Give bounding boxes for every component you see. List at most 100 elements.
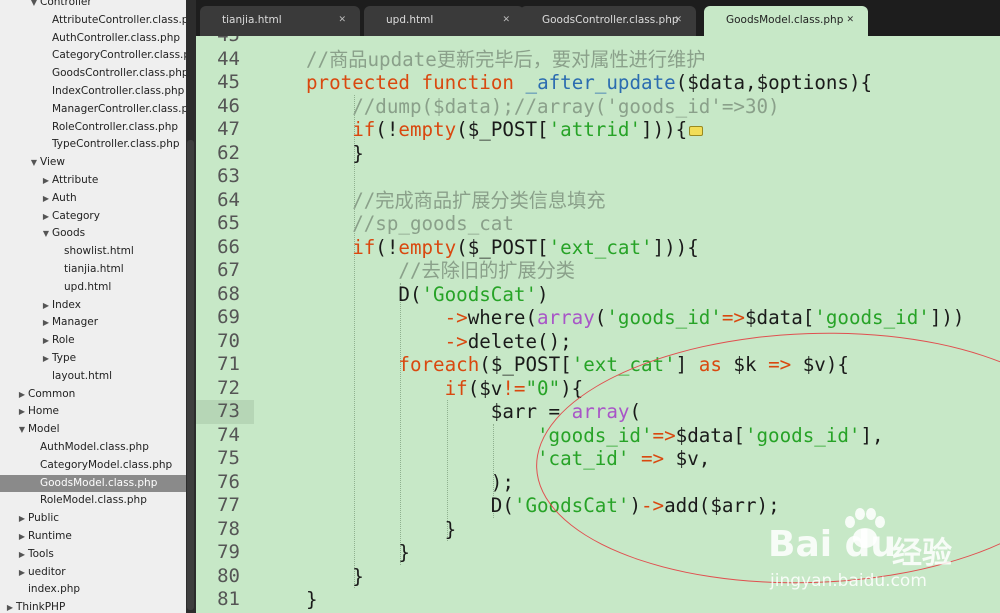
fold-marker-icon[interactable] bbox=[689, 125, 704, 136]
code-line[interactable]: if(!empty($_POST['ext_cat'])){ bbox=[352, 236, 699, 260]
watermark-url: jingyan.baidu.com bbox=[770, 571, 927, 591]
tree-folder[interactable]: ▶ Home bbox=[0, 403, 59, 421]
code-line[interactable]: if($v!="0"){ bbox=[445, 377, 584, 401]
line-number: 64 bbox=[217, 188, 240, 211]
code-line[interactable]: ->where(array('goods_id'=>$data['goods_i… bbox=[445, 306, 965, 330]
code-line[interactable]: protected function _after_update($data,$… bbox=[306, 71, 872, 95]
close-icon[interactable]: ✕ bbox=[674, 6, 682, 34]
tree-folder[interactable]: ▶ Tools bbox=[0, 546, 54, 564]
tree-file[interactable]: GoodsModel.class.php bbox=[0, 474, 186, 493]
close-icon[interactable]: ✕ bbox=[846, 6, 854, 34]
code-line[interactable]: //完成商品扩展分类信息填充 bbox=[352, 189, 605, 213]
tree-file[interactable]: AuthModel.class.php bbox=[0, 439, 149, 457]
tree-folder[interactable]: ▶ Manager bbox=[0, 314, 98, 332]
tree-folder[interactable]: ▶ Common bbox=[0, 386, 75, 404]
code-line[interactable]: } bbox=[352, 565, 364, 589]
caret-right-icon[interactable]: ▶ bbox=[16, 564, 28, 582]
tree-item-label: CategoryModel.class.php bbox=[40, 458, 173, 471]
caret-right-icon[interactable]: ▶ bbox=[16, 546, 28, 564]
code-token: ])) bbox=[929, 306, 965, 329]
tree-file[interactable]: layout.html bbox=[0, 368, 112, 386]
tree-folder[interactable]: ▼ Model bbox=[0, 421, 60, 439]
caret-down-icon[interactable]: ▼ bbox=[28, 0, 40, 12]
tree-file[interactable]: showlist.html bbox=[0, 243, 134, 261]
tree-folder[interactable]: ▶ Attribute bbox=[0, 172, 98, 190]
code-line[interactable]: //去除旧的扩展分类 bbox=[398, 259, 575, 283]
line-number: 44 bbox=[217, 47, 240, 70]
code-line[interactable]: } bbox=[306, 588, 318, 612]
code-line[interactable]: } bbox=[398, 541, 410, 565]
code-line[interactable]: ); bbox=[491, 471, 514, 495]
close-icon[interactable]: ✕ bbox=[338, 6, 346, 34]
tree-folder[interactable]: ▶ ueditor bbox=[0, 564, 66, 582]
code-line[interactable]: //商品update更新完毕后，要对属性进行维护 bbox=[306, 48, 705, 72]
tree-file[interactable]: CategoryModel.class.php bbox=[0, 457, 172, 475]
tree-folder[interactable]: ▶ ThinkPHP bbox=[0, 599, 65, 613]
editor-tab[interactable]: upd.html ✕ bbox=[364, 6, 524, 36]
editor-tab[interactable]: tianjia.html ✕ bbox=[200, 6, 360, 36]
tree-folder[interactable]: ▶ Index bbox=[0, 297, 81, 315]
code-token: array bbox=[571, 400, 630, 423]
tree-folder[interactable]: ▶ Type bbox=[0, 350, 76, 368]
caret-right-icon[interactable]: ▶ bbox=[40, 297, 52, 315]
tree-file[interactable]: TypeController.class.php bbox=[0, 136, 180, 154]
tree-file[interactable]: CategoryController.class.p bbox=[0, 47, 187, 65]
caret-right-icon[interactable]: ▶ bbox=[40, 208, 52, 226]
caret-down-icon[interactable]: ▼ bbox=[16, 421, 28, 439]
tree-folder[interactable]: ▶ Role bbox=[0, 332, 75, 350]
caret-right-icon[interactable]: ▶ bbox=[16, 510, 28, 528]
caret-right-icon[interactable]: ▶ bbox=[40, 190, 52, 208]
editor-tab[interactable]: GoodsController.class.php ✕ bbox=[520, 6, 696, 36]
code-token: -> bbox=[444, 306, 468, 329]
line-number: 80 bbox=[217, 564, 240, 587]
caret-down-icon[interactable]: ▼ bbox=[28, 154, 40, 172]
tree-folder[interactable]: ▶ Public bbox=[0, 510, 59, 528]
code-line[interactable]: $arr = array( bbox=[491, 400, 641, 424]
tree-file[interactable]: AttributeController.class.p bbox=[0, 12, 187, 30]
tree-folder[interactable]: ▶ Auth bbox=[0, 190, 77, 208]
tree-file[interactable]: index.php bbox=[0, 581, 80, 599]
code-line[interactable]: D('GoodsCat') bbox=[398, 283, 548, 307]
line-number: 79 bbox=[217, 541, 240, 563]
caret-right-icon[interactable]: ▶ bbox=[16, 528, 28, 546]
tree-file[interactable]: upd.html bbox=[0, 279, 111, 297]
tree-file[interactable]: tianjia.html bbox=[0, 261, 124, 279]
tree-item-label: Index bbox=[52, 298, 81, 311]
caret-right-icon[interactable]: ▶ bbox=[16, 403, 28, 421]
code-line[interactable]: if(!empty($_POST['attrid'])){ bbox=[352, 118, 704, 142]
tree-folder[interactable]: ▶ Runtime bbox=[0, 528, 72, 546]
code-line[interactable]: } bbox=[445, 518, 457, 542]
code-token: ) bbox=[629, 494, 641, 517]
code-token: -> bbox=[444, 329, 468, 353]
code-line[interactable]: 'goods_id'=>$data['goods_id'], bbox=[537, 424, 884, 448]
tree-folder[interactable]: ▼ View bbox=[0, 154, 65, 172]
caret-right-icon[interactable]: ▶ bbox=[16, 386, 28, 404]
tree-file[interactable]: RoleController.class.php bbox=[0, 119, 178, 137]
code-line[interactable]: foreach($_POST['ext_cat'] as $k => $v){ bbox=[398, 353, 849, 377]
caret-right-icon[interactable]: ▶ bbox=[40, 314, 52, 332]
caret-right-icon[interactable]: ▶ bbox=[4, 599, 16, 613]
caret-right-icon[interactable]: ▶ bbox=[40, 350, 52, 368]
tree-file[interactable]: IndexController.class.php bbox=[0, 83, 184, 101]
sidebar-scrollbar[interactable] bbox=[186, 0, 196, 613]
code-line[interactable]: //sp_goods_cat bbox=[352, 212, 514, 236]
tree-file[interactable]: AuthController.class.php bbox=[0, 30, 180, 48]
tree-folder[interactable]: ▼ Goods bbox=[0, 225, 85, 243]
tree-item-label: Goods bbox=[52, 227, 86, 240]
scrollbar-thumb[interactable] bbox=[187, 140, 194, 610]
tree-folder[interactable]: ▼ Controller bbox=[0, 0, 92, 12]
tree-folder[interactable]: ▶ Category bbox=[0, 208, 100, 226]
code-line[interactable]: 'cat_id' => $v, bbox=[537, 447, 710, 471]
caret-right-icon[interactable]: ▶ bbox=[40, 332, 52, 350]
tree-file[interactable]: ManagerController.class.p bbox=[0, 101, 187, 119]
editor-tab[interactable]: GoodsModel.class.php ✕ bbox=[704, 6, 868, 36]
caret-down-icon[interactable]: ▼ bbox=[40, 225, 52, 243]
tree-file[interactable]: RoleModel.class.php bbox=[0, 492, 147, 510]
code-line[interactable]: } bbox=[352, 142, 364, 166]
caret-right-icon[interactable]: ▶ bbox=[40, 172, 52, 190]
tree-file[interactable]: GoodsController.class.php bbox=[0, 65, 187, 83]
code-line[interactable]: ->delete(); bbox=[445, 330, 572, 354]
code-line[interactable]: D('GoodsCat')->add($arr); bbox=[491, 494, 780, 518]
close-icon[interactable]: ✕ bbox=[502, 6, 510, 34]
code-line[interactable]: //dump($data);//array('goods_id'=>30) bbox=[352, 95, 779, 119]
